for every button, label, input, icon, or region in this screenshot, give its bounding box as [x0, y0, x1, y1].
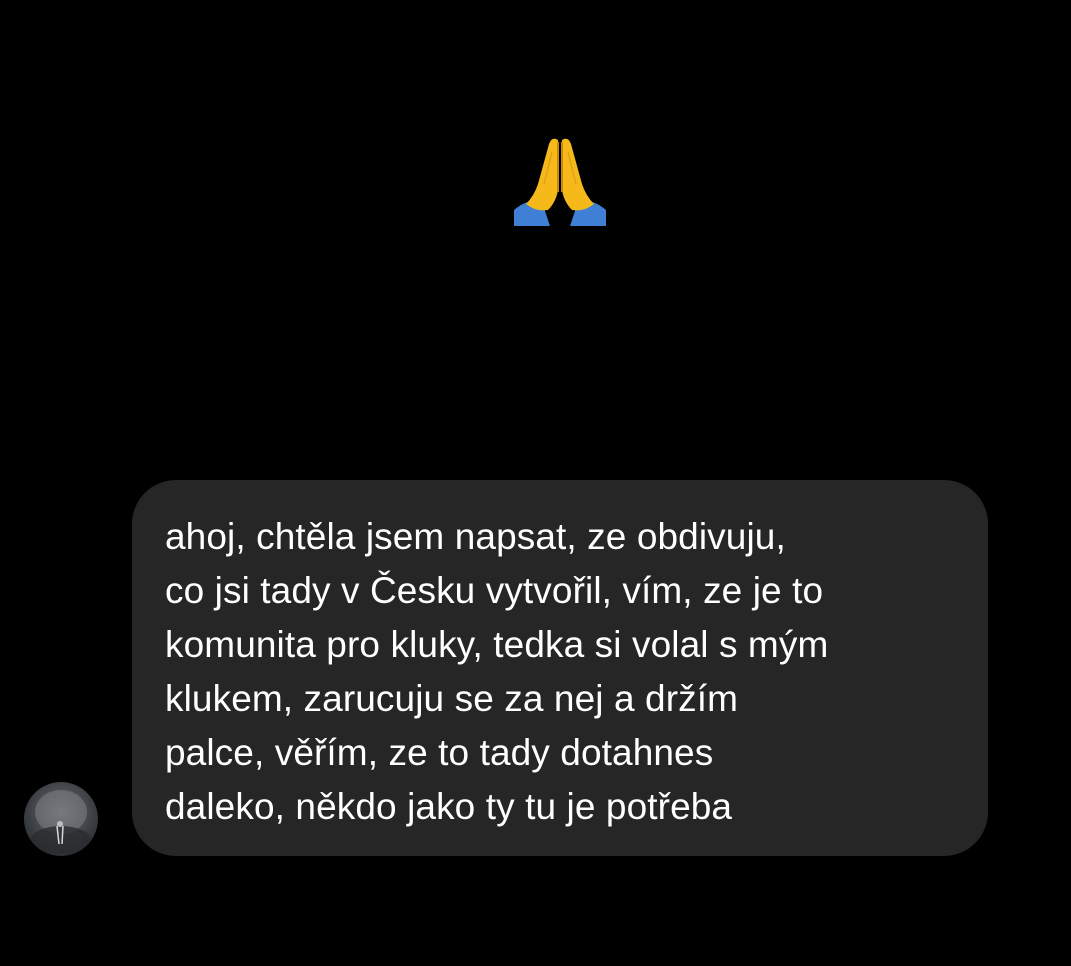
message-bubble[interactable]: ahoj, chtěla jsem napsat, ze obdivuju, c…: [132, 480, 988, 856]
emoji-message[interactable]: [508, 132, 612, 232]
avatar-photo: [31, 790, 91, 854]
avatar[interactable]: [24, 782, 98, 856]
message-text: ahoj, chtěla jsem napsat, ze obdivuju, c…: [165, 516, 829, 827]
chat-screen: ahoj, chtěla jsem napsat, ze obdivuju, c…: [0, 0, 1071, 966]
folded-hands-icon: [514, 138, 606, 226]
